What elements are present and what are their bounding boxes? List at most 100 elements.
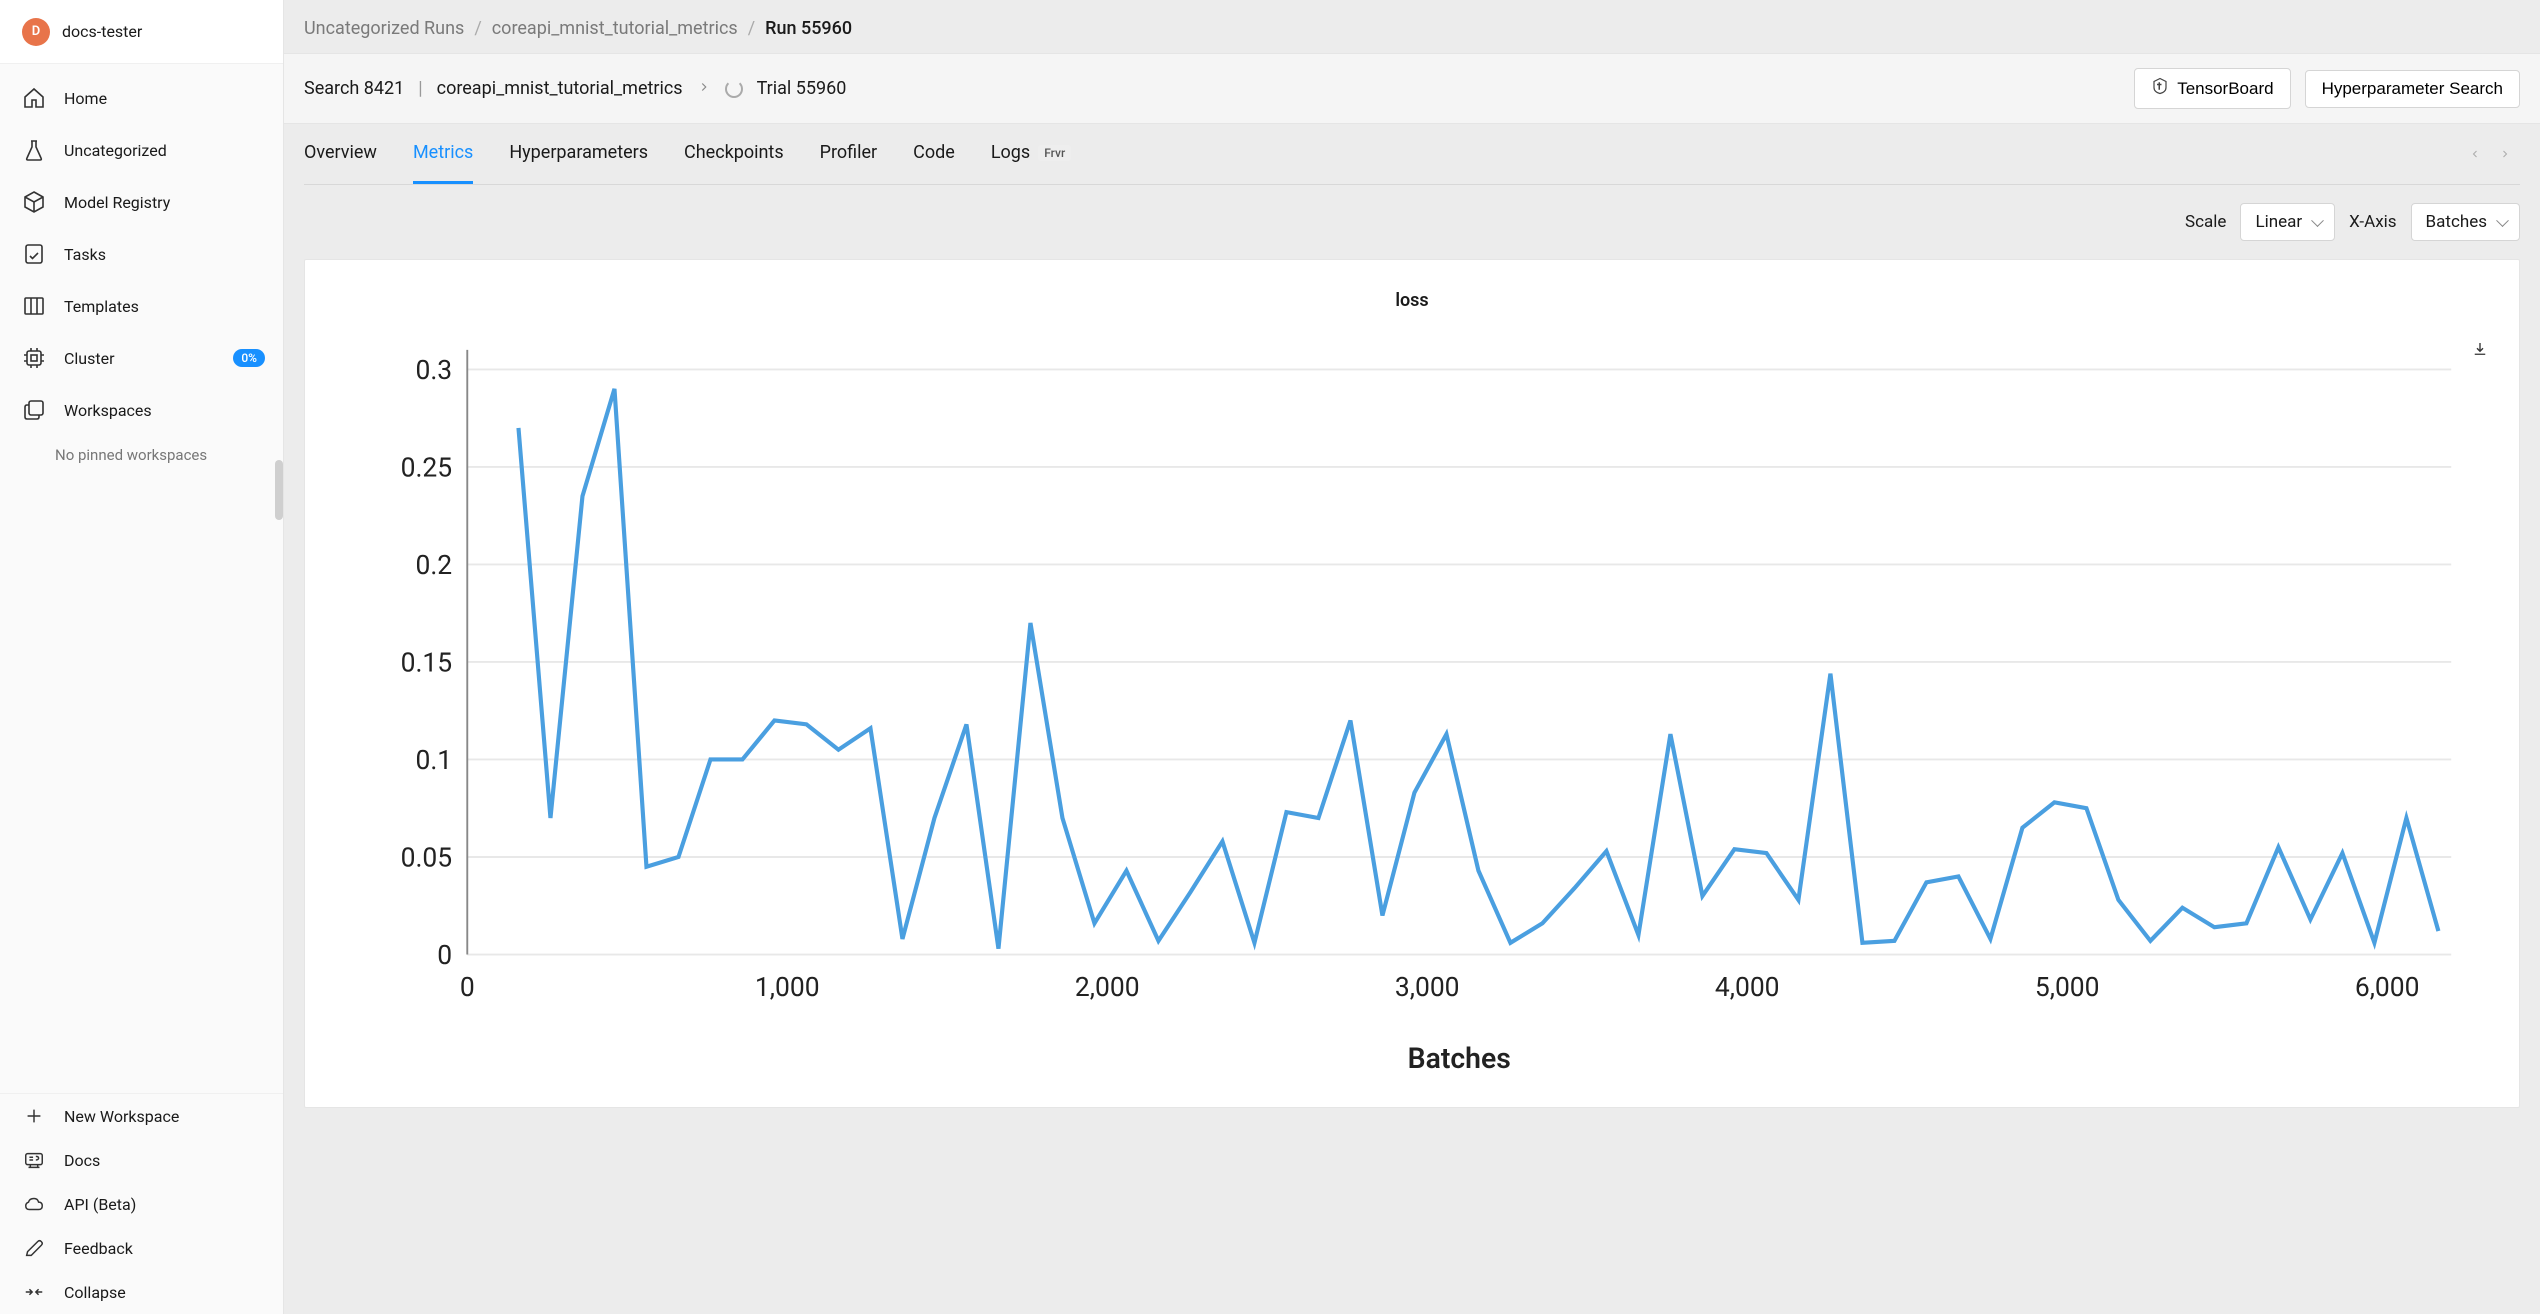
svg-text:0.25: 0.25	[401, 452, 453, 483]
button-label: TensorBoard	[2177, 79, 2273, 99]
tab-badge: Frvr	[1038, 145, 1071, 161]
columns-icon	[22, 294, 46, 318]
tab-overview[interactable]: Overview	[304, 124, 377, 184]
home-icon	[22, 86, 46, 110]
svg-text:3,000: 3,000	[1395, 972, 1460, 1003]
scale-label: Scale	[2185, 212, 2226, 232]
experiment-name[interactable]: coreapi_mnist_tutorial_metrics	[437, 78, 683, 99]
breadcrumb-sep: /	[474, 18, 481, 39]
svg-text:0.1: 0.1	[415, 745, 452, 776]
svg-text:0.05: 0.05	[401, 842, 453, 873]
scrollbar-thumb[interactable]	[275, 460, 283, 520]
chart-svg: 0 0.05 0.1 0.15 0.2 0.25 0.3 0 1,000 2,000 3,000 4,…	[335, 331, 2489, 1087]
sidebar-item-model-registry[interactable]: Model Registry	[0, 176, 283, 228]
sidebar-item-label: Docs	[64, 1151, 100, 1170]
tasks-icon	[22, 242, 46, 266]
nav-list: Home Uncategorized Model Registry Tasks	[0, 64, 283, 482]
svg-text:4,000: 4,000	[1715, 972, 1780, 1003]
tab-scroll-right[interactable]	[2490, 139, 2520, 169]
svg-text:0: 0	[460, 972, 475, 1003]
spinner-icon	[725, 80, 743, 98]
stack-icon	[22, 398, 46, 422]
sidebar-item-templates[interactable]: Templates	[0, 280, 283, 332]
chart-title: loss	[335, 290, 2489, 311]
tab-scroll-left[interactable]	[2460, 139, 2490, 169]
tabs-row: Overview Metrics Hyperparameters Checkpo…	[284, 124, 2540, 184]
sidebar-item-label: Templates	[64, 297, 139, 316]
sidebar-item-label: Home	[64, 89, 107, 108]
tab-logs[interactable]: Logs Frvr	[991, 124, 1071, 184]
svg-text:2,000: 2,000	[1075, 972, 1140, 1003]
sidebar-item-uncategorized[interactable]: Uncategorized	[0, 124, 283, 176]
tensorboard-icon	[2151, 77, 2169, 100]
svg-text:0: 0	[437, 940, 452, 971]
tab-label: Logs	[991, 142, 1030, 163]
plus-icon	[22, 1104, 46, 1128]
tab-hyperparameters[interactable]: Hyperparameters	[509, 124, 648, 184]
svg-text:0.3: 0.3	[415, 355, 452, 386]
sidebar-item-label: Tasks	[64, 245, 106, 264]
user-name[interactable]: docs-tester	[62, 22, 142, 41]
svg-text:0.15: 0.15	[401, 647, 453, 678]
sidebar-header: D docs-tester	[0, 0, 283, 64]
sidebar-body: Home Uncategorized Model Registry Tasks	[0, 64, 283, 1314]
sidebar-item-label: Uncategorized	[64, 141, 167, 160]
sidebar-item-feedback[interactable]: Feedback	[0, 1226, 283, 1270]
svg-text:Batches: Batches	[1408, 1042, 1511, 1075]
breadcrumb-current: Run 55960	[765, 18, 852, 39]
cloud-icon	[22, 1192, 46, 1216]
scale-select[interactable]: Linear	[2240, 203, 2335, 241]
tensorboard-button[interactable]: TensorBoard	[2134, 68, 2290, 109]
separator-icon: |	[418, 78, 422, 99]
tab-code[interactable]: Code	[913, 124, 955, 184]
pencil-icon	[22, 1236, 46, 1260]
search-label[interactable]: Search 8421	[304, 78, 404, 99]
xaxis-select[interactable]: Batches	[2411, 203, 2520, 241]
flask-icon	[22, 138, 46, 162]
chevron-right-icon	[697, 78, 711, 99]
sidebar-item-label: Cluster	[64, 349, 115, 368]
sidebar-item-workspaces[interactable]: Workspaces	[0, 384, 283, 436]
main: Uncategorized Runs / coreapi_mnist_tutor…	[284, 0, 2540, 1314]
toolbar: Search 8421 | coreapi_mnist_tutorial_met…	[284, 53, 2540, 124]
sidebar-item-cluster[interactable]: Cluster 0%	[0, 332, 283, 384]
sidebar-item-collapse[interactable]: Collapse	[0, 1270, 283, 1314]
tab-metrics[interactable]: Metrics	[413, 124, 473, 184]
sidebar-item-label: Collapse	[64, 1283, 126, 1302]
chart-panel: loss 0 0.05 0.1 0.15 0.2 0.25 0.3 0 1,000 2,000 3,…	[304, 259, 2520, 1108]
tab-checkpoints[interactable]: Checkpoints	[684, 124, 784, 184]
avatar[interactable]: D	[22, 18, 50, 46]
breadcrumb-item[interactable]: Uncategorized Runs	[304, 18, 464, 39]
trial-label: Trial 55960	[757, 78, 847, 99]
sidebar-item-label: Feedback	[64, 1239, 133, 1258]
svg-text:6,000: 6,000	[2355, 972, 2420, 1003]
sidebar-item-label: API (Beta)	[64, 1195, 136, 1214]
sidebar-item-new-workspace[interactable]: New Workspace	[0, 1094, 283, 1138]
sidebar-item-api[interactable]: API (Beta)	[0, 1182, 283, 1226]
chip-icon	[22, 346, 46, 370]
sidebar-item-docs[interactable]: Docs	[0, 1138, 283, 1182]
toolbar-path: Search 8421 | coreapi_mnist_tutorial_met…	[304, 78, 846, 99]
breadcrumb-sep: /	[748, 18, 755, 39]
svg-text:0.2: 0.2	[415, 550, 452, 581]
tabs: Overview Metrics Hyperparameters Checkpo…	[304, 124, 1071, 184]
sidebar-item-label: Workspaces	[64, 401, 152, 420]
no-pinned-label: No pinned workspaces	[0, 436, 283, 482]
chart-plot: 0 0.05 0.1 0.15 0.2 0.25 0.3 0 1,000 2,000 3,000 4,…	[335, 331, 2489, 1087]
collapse-icon	[22, 1280, 46, 1304]
chart-controls: Scale Linear X-Axis Batches	[284, 185, 2540, 259]
cluster-badge: 0%	[233, 349, 265, 367]
button-label: Hyperparameter Search	[2322, 79, 2503, 99]
tab-profiler[interactable]: Profiler	[820, 124, 878, 184]
sidebar: D docs-tester Home Uncategorized Mod	[0, 0, 284, 1314]
sidebar-item-label: Model Registry	[64, 193, 170, 212]
sidebar-bottom: New Workspace Docs API (Beta) Feedback	[0, 1093, 283, 1314]
breadcrumb-item[interactable]: coreapi_mnist_tutorial_metrics	[492, 18, 738, 39]
xaxis-label: X-Axis	[2349, 212, 2396, 232]
sidebar-item-tasks[interactable]: Tasks	[0, 228, 283, 280]
sidebar-item-home[interactable]: Home	[0, 72, 283, 124]
docs-icon	[22, 1148, 46, 1172]
hp-search-button[interactable]: Hyperparameter Search	[2305, 70, 2520, 108]
svg-text:1,000: 1,000	[755, 972, 820, 1003]
breadcrumb: Uncategorized Runs / coreapi_mnist_tutor…	[284, 0, 2540, 53]
